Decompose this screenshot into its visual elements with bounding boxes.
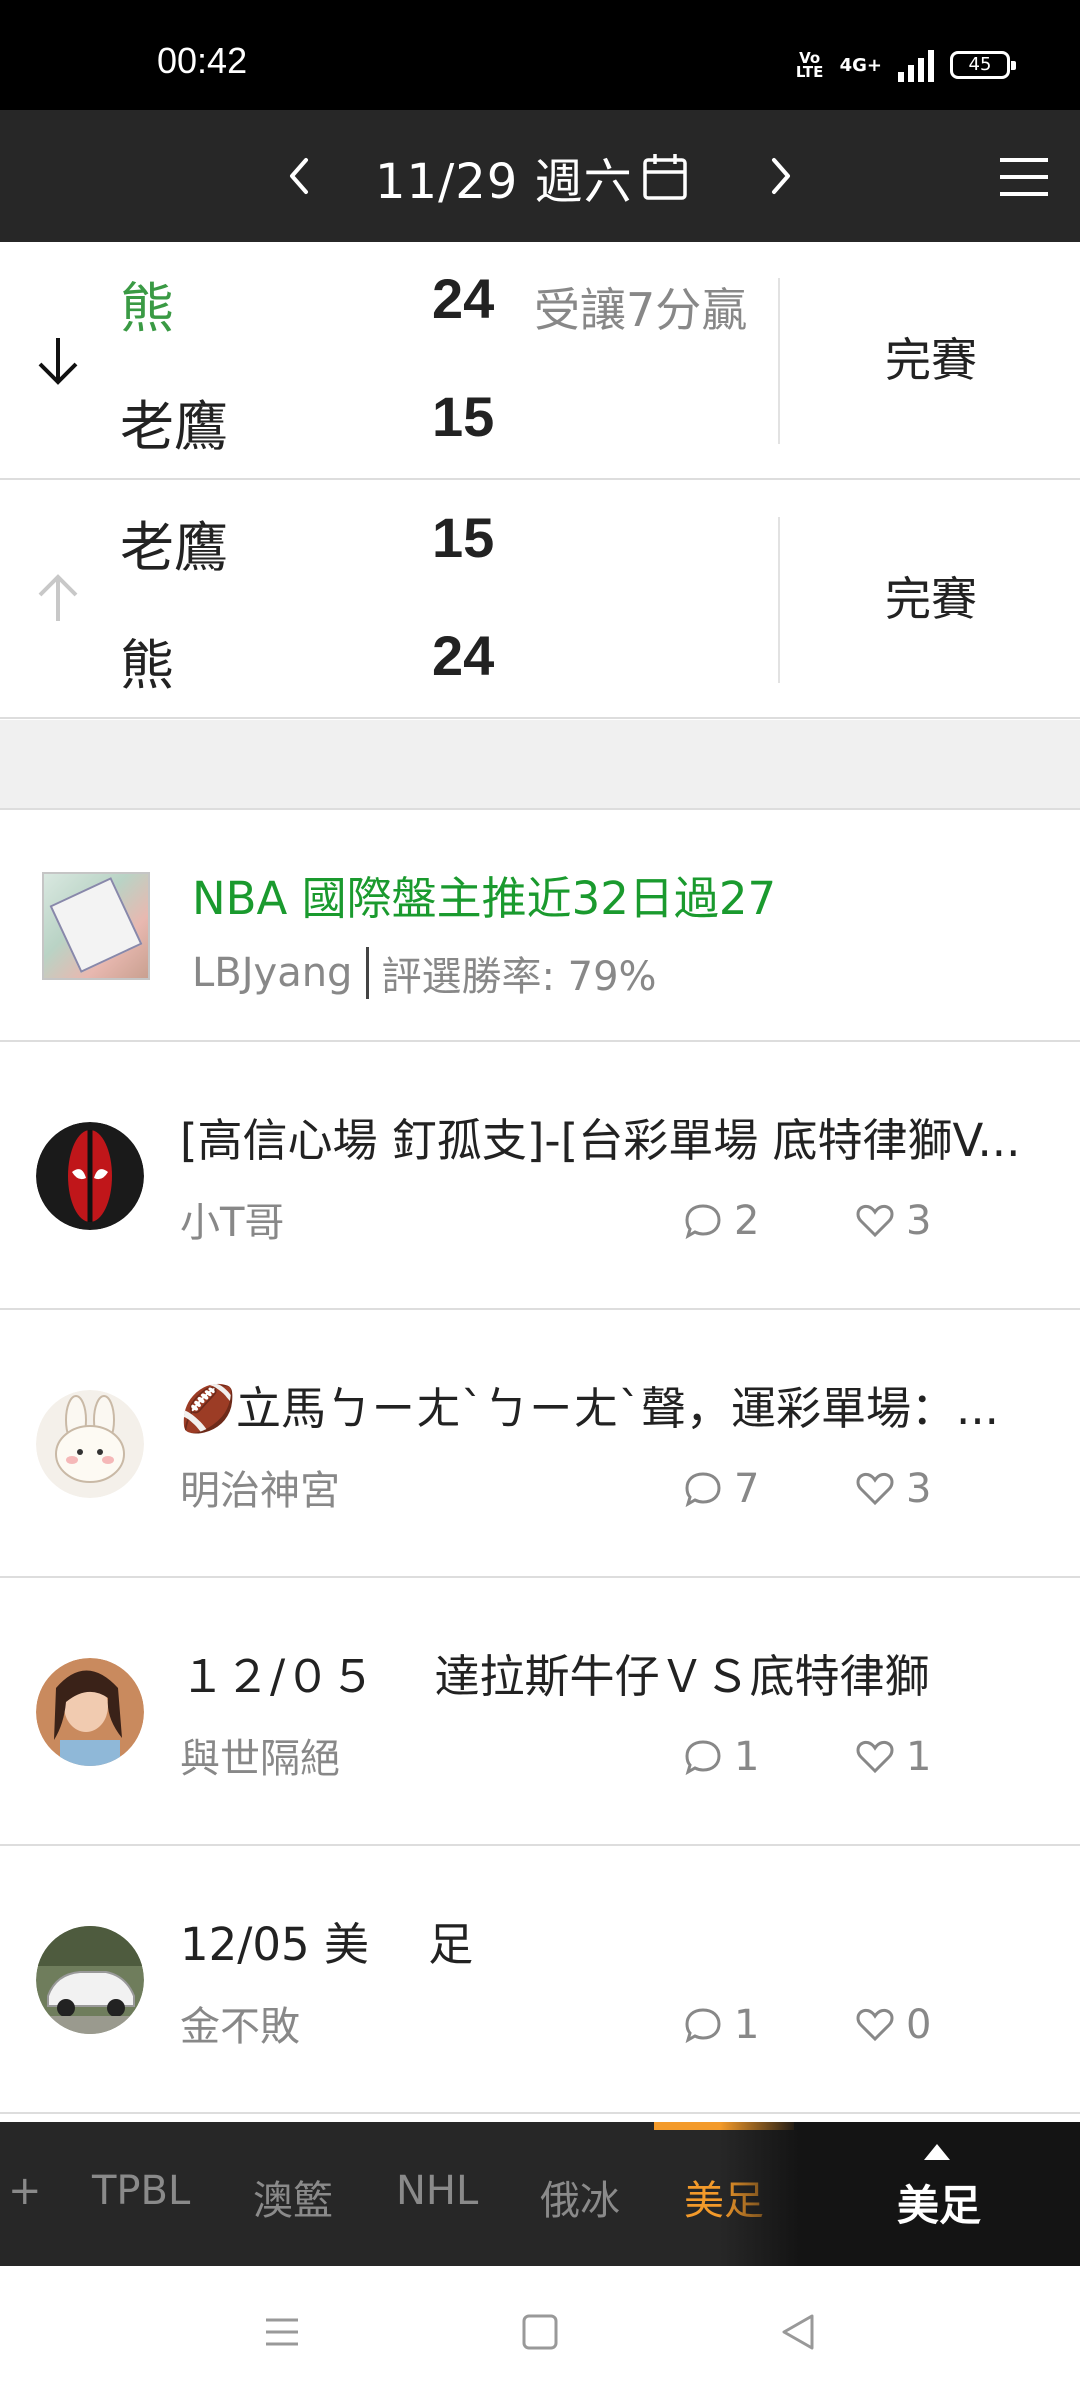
battery-icon: 45 [950, 51, 1016, 79]
system-nav-bar [0, 2266, 1080, 2400]
status-bar: 00:42 Vo LTE 4G+ 45 [0, 0, 1080, 110]
current-date[interactable]: 11/29 週六 [375, 142, 633, 212]
avatar[interactable] [36, 1390, 144, 1498]
network-type: 4G+ [839, 54, 882, 76]
heart-icon [856, 1740, 894, 1774]
tab-add[interactable]: + [8, 2168, 42, 2214]
away-team: 老鷹 [120, 395, 228, 458]
like-count-value: 1 [906, 1734, 932, 1780]
match-row[interactable]: 老鷹 15 熊 24 完賽 [0, 481, 1080, 719]
away-score: 24 [432, 624, 495, 687]
meta-separator [366, 947, 370, 999]
comment-count[interactable]: 2 [682, 1198, 759, 1244]
heart-icon [856, 1204, 894, 1238]
current-sport-selector[interactable]: 美足 [798, 2122, 1080, 2266]
post-author: 明治神宮 [180, 1468, 340, 1514]
tab-fade [720, 2122, 800, 2266]
current-sport-label: 美足 [896, 2181, 981, 2230]
status-icons: Vo LTE 4G+ 45 [795, 48, 1016, 82]
featured-title[interactable]: NBA 國際盤主推近32日過27 [192, 862, 776, 927]
featured-author[interactable]: LBJyang [192, 950, 352, 996]
away-score: 15 [432, 385, 495, 448]
sport-tab-bar: + TPBL 澳籃 NHL 俄冰 美足 美足 [0, 2122, 1080, 2266]
caret-up-icon [924, 2144, 950, 2160]
divider [778, 278, 780, 444]
post-title: １２/０５ 達拉斯牛仔ＶＳ底特律獅 [180, 1650, 930, 1703]
comment-count-value: 7 [734, 1466, 760, 1512]
tab-russian-hockey[interactable]: 俄冰 [540, 2168, 620, 2226]
comment-count[interactable]: 1 [682, 2002, 759, 2048]
post-author: 金不敗 [180, 2004, 300, 2050]
next-day-button[interactable] [752, 148, 808, 204]
list-item[interactable]: 🏈立馬ㄅㄧㄤˋㄅㄧㄤˋ聲，運彩單場：... 明治神宮 7 3 [0, 1310, 1080, 1578]
like-count[interactable]: 1 [854, 1734, 931, 1780]
avatar[interactable] [36, 1122, 144, 1230]
date-header: 11/29 週六 [0, 110, 1080, 242]
post-author: 小T哥 [180, 1200, 285, 1246]
list-item[interactable]: 12/05 美 足 金不敗 1 0 [0, 1846, 1080, 2114]
heart-icon [856, 2008, 894, 2042]
comment-count-value: 1 [734, 2002, 760, 2048]
post-author: 與世隔絕 [180, 1736, 340, 1782]
avatar[interactable] [36, 1926, 144, 2034]
comment-icon [685, 1472, 721, 1508]
like-count-value: 3 [906, 1198, 932, 1244]
menu-icon[interactable] [996, 154, 1052, 200]
arrow-up-icon [38, 574, 78, 621]
section-spacer [0, 720, 1080, 810]
volte-icon: Vo LTE [795, 49, 824, 81]
home-team: 熊 [120, 277, 174, 340]
post-title: 12/05 美 足 [180, 1918, 474, 1971]
signal-icon [898, 48, 934, 82]
featured-thumbnail [42, 872, 150, 980]
comment-icon [685, 1740, 721, 1776]
comment-icon [685, 1204, 721, 1240]
comment-count[interactable]: 1 [682, 1734, 759, 1780]
arrow-down-icon [38, 338, 78, 385]
back-icon[interactable] [776, 2310, 820, 2354]
tab-nhl[interactable]: NHL [396, 2168, 478, 2214]
comment-count[interactable]: 7 [682, 1466, 759, 1512]
comment-count-value: 2 [734, 1198, 760, 1244]
list-item[interactable]: [高信心場 釘孤支]-[台彩單場 底特律獅V... 小T哥 2 3 [0, 1042, 1080, 1310]
like-count[interactable]: 3 [854, 1466, 931, 1512]
like-count[interactable]: 0 [854, 2002, 931, 2048]
win-rate: 評選勝率: 79% [381, 954, 657, 1000]
divider [778, 517, 780, 683]
avatar[interactable] [36, 1658, 144, 1766]
status-time: 00:42 [157, 40, 248, 81]
like-count-value: 3 [906, 1466, 932, 1512]
tab-tpbl[interactable]: TPBL [92, 2168, 190, 2214]
list-item[interactable]: １２/０５ 達拉斯牛仔ＶＳ底特律獅 與世隔絕 1 1 [0, 1578, 1080, 1846]
home-score: 24 [432, 267, 495, 330]
prev-day-button[interactable] [272, 148, 328, 204]
away-team: 熊 [120, 634, 174, 697]
comment-count-value: 1 [734, 1734, 760, 1780]
post-title: [高信心場 釘孤支]-[台彩單場 底特律獅V... [180, 1114, 1021, 1167]
handicap-note: 受讓7分贏 [534, 283, 748, 337]
like-count[interactable]: 3 [854, 1198, 931, 1244]
home-icon[interactable] [518, 2310, 562, 2354]
recents-menu-icon[interactable] [260, 2310, 304, 2354]
calendar-icon[interactable] [640, 150, 690, 204]
match-row[interactable]: 熊 24 受讓7分贏 老鷹 15 完賽 [0, 242, 1080, 480]
match-status: 完賽 [885, 572, 977, 626]
match-status: 完賽 [885, 333, 977, 387]
heart-icon [856, 1472, 894, 1506]
home-team: 老鷹 [120, 516, 228, 579]
tab-aus-basketball[interactable]: 澳籃 [253, 2168, 333, 2226]
like-count-value: 0 [906, 2002, 932, 2048]
featured-post[interactable]: NBA 國際盤主推近32日過27 LBJyang 評選勝率: 79% [0, 812, 1080, 1042]
comment-icon [685, 2008, 721, 2044]
post-title: 🏈立馬ㄅㄧㄤˋㄅㄧㄤˋ聲，運彩單場：... [180, 1382, 999, 1435]
featured-meta: LBJyang 評選勝率: 79% [192, 944, 657, 1002]
home-score: 15 [432, 506, 495, 569]
